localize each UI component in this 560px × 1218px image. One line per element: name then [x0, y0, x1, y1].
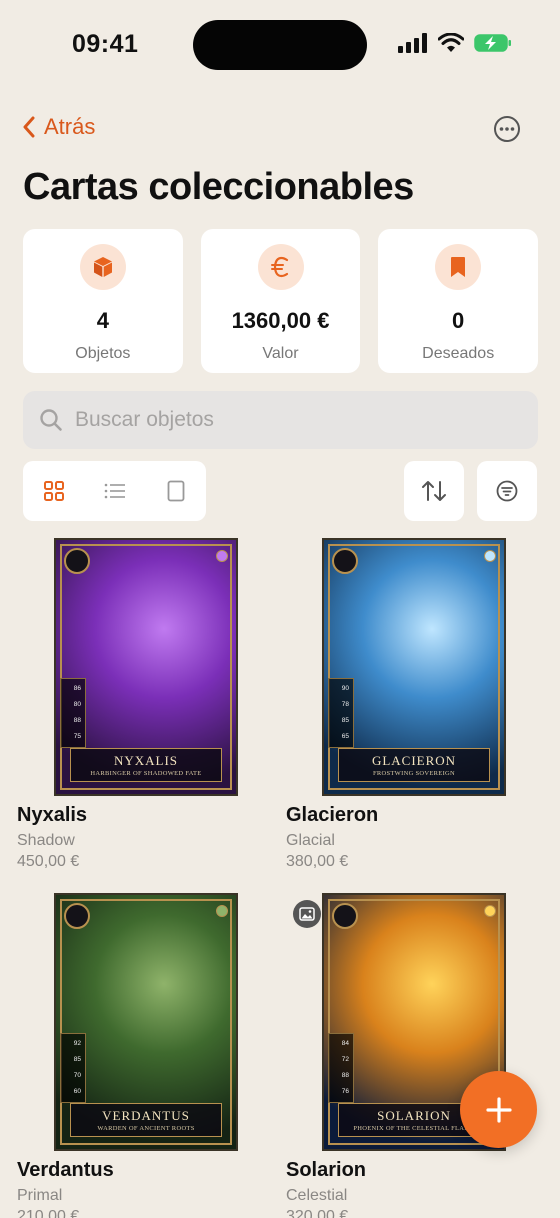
card-banner: VERDANTUS WARDEN OF ANCIENT ROOTS — [70, 1103, 222, 1137]
stat-value: 0 — [452, 308, 465, 333]
sort-arrows-icon — [422, 481, 446, 501]
photo-icon — [299, 907, 315, 921]
status-icons — [398, 33, 512, 53]
item-category: Glacial — [286, 832, 335, 849]
view-single-button[interactable] — [145, 461, 206, 521]
card-banner: GLACIERON FROSTWING SOVEREIGN — [338, 748, 490, 782]
item-price: 320,00 € — [286, 1208, 349, 1218]
search-input[interactable] — [75, 408, 475, 432]
stat-value: 1360,00 € — [231, 308, 330, 333]
stat-label: Objetos — [75, 345, 131, 362]
item-category: Primal — [17, 1187, 63, 1204]
view-list-button[interactable] — [84, 461, 145, 521]
sun-emblem-icon — [332, 903, 358, 929]
item-name: Solarion — [286, 1159, 367, 1181]
ellipsis-circle-icon[interactable] — [493, 115, 521, 143]
page-title: Cartas coleccionables — [23, 166, 414, 208]
list-view-icon — [104, 483, 125, 499]
euro-icon — [270, 256, 288, 278]
snowflake-emblem-icon — [332, 548, 358, 574]
back-button[interactable]: Atrás — [22, 114, 95, 140]
card-image: 92 85 70 60 VERDANTUS WARDEN OF ANCIENT … — [54, 893, 238, 1151]
sort-button[interactable] — [404, 461, 464, 521]
stat-label: Valor — [262, 345, 299, 362]
item-price: 380,00 € — [286, 853, 349, 870]
stat-card-wishlist: 0 Deseados — [378, 229, 539, 373]
moon-emblem-icon — [64, 548, 90, 574]
stat-card-value: 1360,00 € Valor — [200, 229, 361, 373]
gem-icon — [216, 550, 228, 562]
tree-emblem-icon — [64, 903, 90, 929]
filter-button[interactable] — [477, 461, 537, 521]
card-stat-panel: 84 72 88 76 — [328, 1033, 354, 1103]
grid-view-icon — [43, 481, 64, 501]
card-image: 86 80 88 75 NYXALIS HARBINGER OF SHADOWE… — [54, 538, 238, 796]
gem-icon — [484, 905, 496, 917]
status-time: 09:41 — [72, 30, 139, 58]
item-price: 210,00 € — [17, 1208, 80, 1218]
filter-icon — [496, 480, 518, 502]
wifi-icon — [438, 33, 464, 52]
add-item-button[interactable] — [460, 1071, 537, 1148]
item-price: 450,00 € — [17, 853, 80, 870]
search-icon — [40, 409, 62, 431]
item-category: Celestial — [286, 1187, 348, 1204]
search-bar[interactable] — [23, 391, 538, 449]
stat-value: 4 — [96, 308, 109, 333]
gem-icon — [484, 550, 496, 562]
dynamic-island — [193, 20, 367, 70]
battery-charging-icon — [474, 34, 511, 52]
chevron-left-icon — [23, 116, 35, 138]
cube-icon — [93, 257, 112, 277]
plus-icon — [485, 1096, 512, 1123]
stat-card-objects: 4 Objetos — [23, 229, 183, 373]
signal-icon — [398, 33, 427, 53]
card-stat-panel: 86 80 88 75 — [60, 678, 86, 748]
card-stat-panel: 92 85 70 60 — [60, 1033, 86, 1103]
gem-icon — [216, 905, 228, 917]
card-stat-panel: 90 78 85 65 — [328, 678, 354, 748]
stat-label: Deseados — [422, 345, 495, 362]
view-grid-button[interactable] — [23, 461, 84, 521]
card-banner: NYXALIS HARBINGER OF SHADOWED FATE — [70, 748, 222, 782]
back-label: Atrás — [44, 114, 96, 139]
photo-badge — [293, 900, 321, 928]
item-category: Shadow — [17, 832, 75, 849]
nav-bar: Atrás — [0, 112, 560, 148]
item-name: Glacieron — [286, 804, 379, 826]
single-view-icon — [167, 480, 184, 502]
card-image: 90 78 85 65 GLACIERON FROSTWING SOVEREIG… — [322, 538, 506, 796]
view-toggle — [23, 461, 206, 521]
bookmark-icon — [451, 257, 466, 277]
status-bar: 09:41 — [0, 0, 560, 90]
stats-row: 4 Objetos 1360,00 € Valor 0 Deseados — [23, 229, 539, 373]
item-name: Nyxalis — [17, 804, 88, 826]
item-name: Verdantus — [17, 1159, 114, 1181]
